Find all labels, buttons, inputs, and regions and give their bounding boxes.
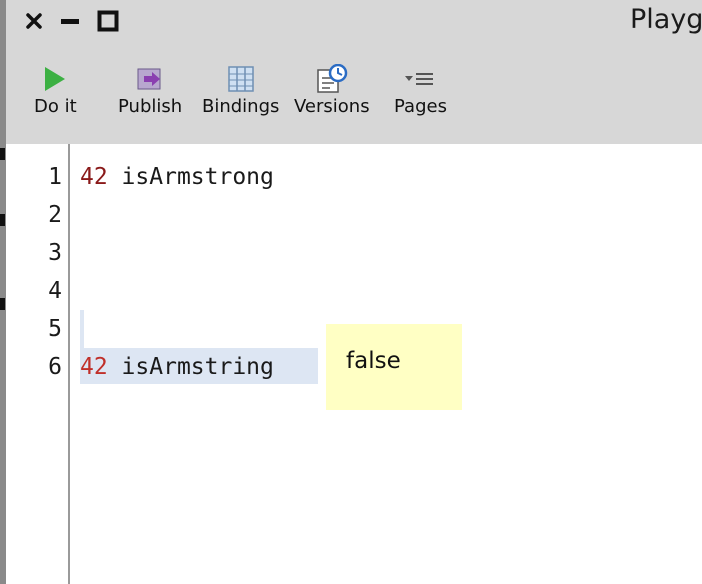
pages-label: Pages xyxy=(394,96,447,117)
selection-highlight xyxy=(80,310,84,348)
minimize-icon[interactable] xyxy=(58,9,82,33)
code-editor[interactable]: 1 2 3 4 5 6 42 isArmstrong 42 isArmstrin… xyxy=(6,144,702,584)
versions-label: Versions xyxy=(294,96,370,117)
edge-marker xyxy=(0,298,5,310)
bindings-icon xyxy=(227,62,255,96)
number-literal: 42 xyxy=(80,164,108,190)
publish-label: Publish xyxy=(118,96,183,117)
code-line[interactable]: 42 isArmstring xyxy=(80,348,274,386)
edge-marker xyxy=(0,214,5,226)
bindings-button[interactable]: Bindings xyxy=(202,62,279,117)
number-literal: 42 xyxy=(80,354,108,380)
line-number: 5 xyxy=(48,316,62,342)
publish-icon xyxy=(136,62,164,96)
versions-button[interactable]: Versions xyxy=(294,62,370,117)
play-icon xyxy=(42,62,68,96)
window-title: Playg xyxy=(630,4,702,35)
do-it-button[interactable]: Do it xyxy=(34,62,77,117)
maximize-icon[interactable] xyxy=(96,9,120,33)
line-number: 6 xyxy=(48,354,62,380)
pages-button[interactable]: Pages xyxy=(394,62,447,117)
line-number: 4 xyxy=(48,278,62,304)
result-value: false xyxy=(346,348,401,374)
toolbar: Do it Publish Bindings Versions Pages xyxy=(6,44,702,144)
title-bar: Playg xyxy=(6,0,702,44)
bindings-label: Bindings xyxy=(202,96,280,117)
close-icon[interactable] xyxy=(22,9,46,33)
pages-menu-icon xyxy=(403,62,437,96)
edge-marker xyxy=(0,148,5,160)
message-selector: isArmstrong xyxy=(107,164,274,190)
message-selector: isArmstring xyxy=(107,354,274,380)
line-number: 3 xyxy=(48,240,62,266)
line-number: 1 xyxy=(48,164,62,190)
do-it-label: Do it xyxy=(34,96,77,117)
print-result-popup: false xyxy=(326,324,462,410)
publish-button[interactable]: Publish xyxy=(118,62,182,117)
gutter-divider xyxy=(68,144,70,584)
versions-icon xyxy=(316,62,348,96)
line-number: 2 xyxy=(48,202,62,228)
code-line[interactable]: 42 isArmstrong xyxy=(80,158,274,196)
